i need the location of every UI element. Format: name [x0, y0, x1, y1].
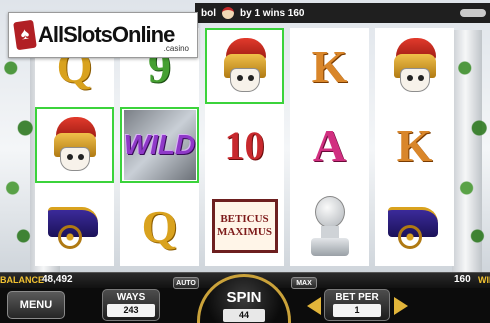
tablet-line-1: BETICUS — [220, 213, 269, 226]
reel-2-cell-2: WILD — [120, 107, 199, 183]
centurion-mini-icon — [222, 7, 234, 19]
king-symbol: K — [396, 119, 433, 171]
reel-5: K — [375, 28, 454, 266]
wild-symbol: WILD — [123, 110, 196, 180]
chariot-icon — [382, 201, 448, 251]
win-value: 160 — [454, 274, 471, 285]
reel-3-cell-2: 10 — [205, 107, 284, 183]
info-bar-message: by 1 wins 160 — [240, 7, 305, 19]
reel-2-cell-3: Q — [120, 188, 199, 264]
logo-text: AllSlotsOnline — [38, 22, 175, 47]
info-bar-symbol-text: bol — [201, 7, 216, 19]
spin-label: SPIN — [226, 289, 262, 306]
spade-card-icon: ♠ — [13, 19, 37, 51]
reel-4: K A — [290, 28, 369, 266]
reel-2: 9 WILD Q — [120, 28, 199, 266]
win-info-bar: bol by 1 wins 160 — [195, 3, 490, 23]
marble-bust-icon — [305, 194, 355, 258]
reel-1: Q — [35, 28, 114, 266]
bet-increase-arrow-icon[interactable] — [394, 297, 408, 315]
reel-4-cell-2: A — [290, 107, 369, 183]
balance-value: 48,492 — [42, 274, 73, 285]
king-symbol: K — [311, 40, 348, 92]
site-logo: ♠ AllSlotsOnline .casino — [8, 12, 198, 58]
balance-label: BALANCE — [0, 275, 44, 285]
reel-3-cell-3: BETICUS MAXIMUS — [205, 188, 284, 264]
toggle-pill-icon[interactable] — [460, 9, 486, 17]
centurion-helmet-icon — [48, 117, 102, 173]
auto-button[interactable]: AUTO — [173, 277, 199, 289]
game-stage: Q 9 WILD Q 10 BETICUS MAXIMUS K A K bol … — [0, 0, 490, 272]
reel-1-cell-3 — [35, 188, 114, 264]
ways-value: 243 — [107, 304, 155, 317]
centurion-helmet-icon — [388, 38, 442, 94]
reel-3: 10 BETICUS MAXIMUS — [205, 28, 284, 266]
queen-symbol: Q — [141, 200, 178, 252]
ways-panel: WAYS 243 — [102, 289, 160, 321]
centurion-helmet-icon — [218, 38, 272, 94]
tablet-line-2: MAXIMUS — [217, 226, 272, 238]
bet-per-panel: BET PER 1 — [324, 289, 390, 321]
menu-button[interactable]: MENU — [7, 291, 65, 319]
ace-symbol: A — [312, 119, 347, 171]
bet-decrease-arrow-icon[interactable] — [307, 297, 321, 315]
reel-4-cell-1: K — [290, 28, 369, 104]
chariot-icon — [42, 201, 108, 251]
beticus-maximus-scatter: BETICUS MAXIMUS — [211, 199, 278, 253]
logo-subtext: .casino — [163, 44, 189, 53]
reel-5-cell-1 — [375, 28, 454, 104]
win-label: WIN — [478, 275, 490, 285]
ways-label: WAYS — [116, 292, 146, 303]
reel-5-cell-2: K — [375, 107, 454, 183]
wild-label: WILD — [123, 129, 196, 160]
reel-5-cell-3 — [375, 188, 454, 264]
reel-3-cell-1 — [205, 28, 284, 104]
reel-4-cell-3 — [290, 188, 369, 264]
ten-symbol: 10 — [224, 122, 265, 168]
bet-per-label: BET PER — [335, 292, 379, 303]
bet-per-value: 1 — [333, 304, 381, 317]
reel-1-cell-2 — [35, 107, 114, 183]
max-bet-button[interactable]: MAX — [291, 277, 317, 289]
vine-right-decoration — [454, 20, 490, 260]
total-bet-value: 44 — [223, 309, 265, 322]
